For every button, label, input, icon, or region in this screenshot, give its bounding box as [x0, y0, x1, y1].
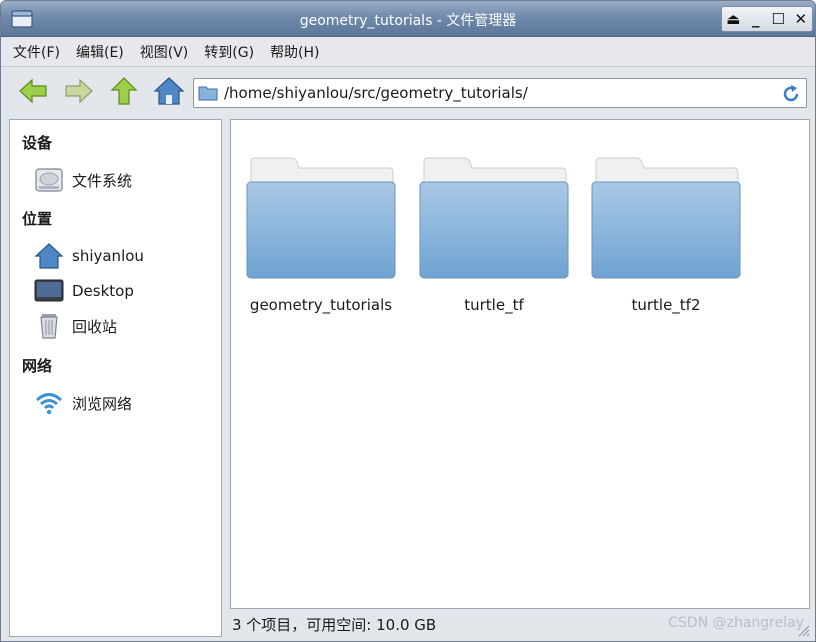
sidebar-item-desktop[interactable]: Desktop [32, 274, 218, 308]
watermark: CSDN @zhangrelay [668, 615, 804, 631]
trash-icon [32, 311, 66, 341]
sidebar-header-places: 位置 [22, 210, 53, 228]
drive-icon [32, 165, 66, 195]
sidebar: 设备 文件系统 位置 shiyanlou Desktop 回收站 网络 浏览网络 [9, 119, 222, 637]
location-path[interactable]: /home/shiyanlou/src/geometry_tutorials/ [224, 84, 528, 102]
folder-icon [419, 157, 569, 279]
folder-icon [198, 86, 218, 101]
sidebar-item-label: 浏览网络 [72, 394, 133, 413]
status-text: 3 个项目，可用空间: 10.0 GB [232, 616, 437, 634]
title-bar[interactable]: geometry_tutorials - 文件管理器 ⏏ _ ☐ ✕ [1, 1, 815, 37]
sidebar-item-trash[interactable]: 回收站 [32, 309, 218, 343]
home-icon[interactable] [153, 75, 185, 107]
sidebar-item-label: shiyanlou [72, 247, 144, 265]
reload-icon[interactable] [780, 83, 802, 105]
sidebar-header-network: 网络 [22, 357, 53, 375]
eject-button[interactable]: ⏏ [722, 8, 744, 30]
menu-file[interactable]: 文件(F) [13, 42, 60, 62]
folder-item[interactable]: turtle_tf [409, 156, 579, 331]
folder-name: geometry_tutorials [249, 296, 393, 314]
menu-goto[interactable]: 转到(G) [204, 42, 254, 62]
arrow-up-icon[interactable] [108, 75, 140, 107]
sidebar-item-home[interactable]: shiyanlou [32, 239, 218, 273]
minimize-button[interactable]: _ [745, 8, 767, 30]
arrow-right-icon[interactable] [63, 75, 95, 107]
maximize-button[interactable]: ☐ [767, 8, 789, 30]
menu-help[interactable]: 帮助(H) [270, 42, 319, 62]
menu-view[interactable]: 视图(V) [140, 42, 189, 62]
close-button[interactable]: ✕ [790, 8, 812, 30]
menu-edit[interactable]: 编辑(E) [76, 42, 124, 62]
folder-item[interactable]: geometry_tutorials [236, 156, 406, 331]
folder-icon [246, 157, 396, 279]
folder-name: turtle_tf2 [631, 296, 701, 314]
sidebar-item-label: 回收站 [72, 317, 118, 336]
arrow-left-icon[interactable] [17, 75, 49, 107]
resize-grip-icon[interactable] [794, 621, 810, 637]
sidebar-item-network[interactable]: 浏览网络 [32, 386, 218, 420]
folder-view[interactable]: geometry_tutorials turtle_tf turtle_tf2 [230, 119, 810, 609]
window-title: geometry_tutorials - 文件管理器 [299, 13, 517, 29]
folder-item[interactable]: turtle_tf2 [581, 156, 751, 331]
status-bar: 3 个项目，可用空间: 10.0 GB CSDN @zhangrelay [230, 611, 810, 637]
location-bar[interactable]: /home/shiyanlou/src/geometry_tutorials/ [193, 78, 807, 108]
sidebar-item-label: 文件系统 [72, 171, 133, 190]
sidebar-header-devices: 设备 [22, 134, 53, 152]
folder-name: turtle_tf [464, 296, 524, 314]
toolbar: /home/shiyanlou/src/geometry_tutorials/ [1, 67, 815, 117]
folder-icon [591, 157, 741, 279]
wifi-icon [32, 388, 66, 418]
menu-bar: 文件(F) 编辑(E) 视图(V) 转到(G) 帮助(H) [1, 37, 815, 67]
window-controls: ⏏ _ ☐ ✕ [721, 6, 813, 32]
sidebar-item-filesystem[interactable]: 文件系统 [32, 163, 218, 197]
home-icon [32, 241, 66, 271]
sidebar-item-label: Desktop [72, 282, 134, 300]
desktop-icon [32, 276, 66, 306]
file-manager-window: geometry_tutorials - 文件管理器 ⏏ _ ☐ ✕ 文件(F)… [0, 0, 816, 642]
